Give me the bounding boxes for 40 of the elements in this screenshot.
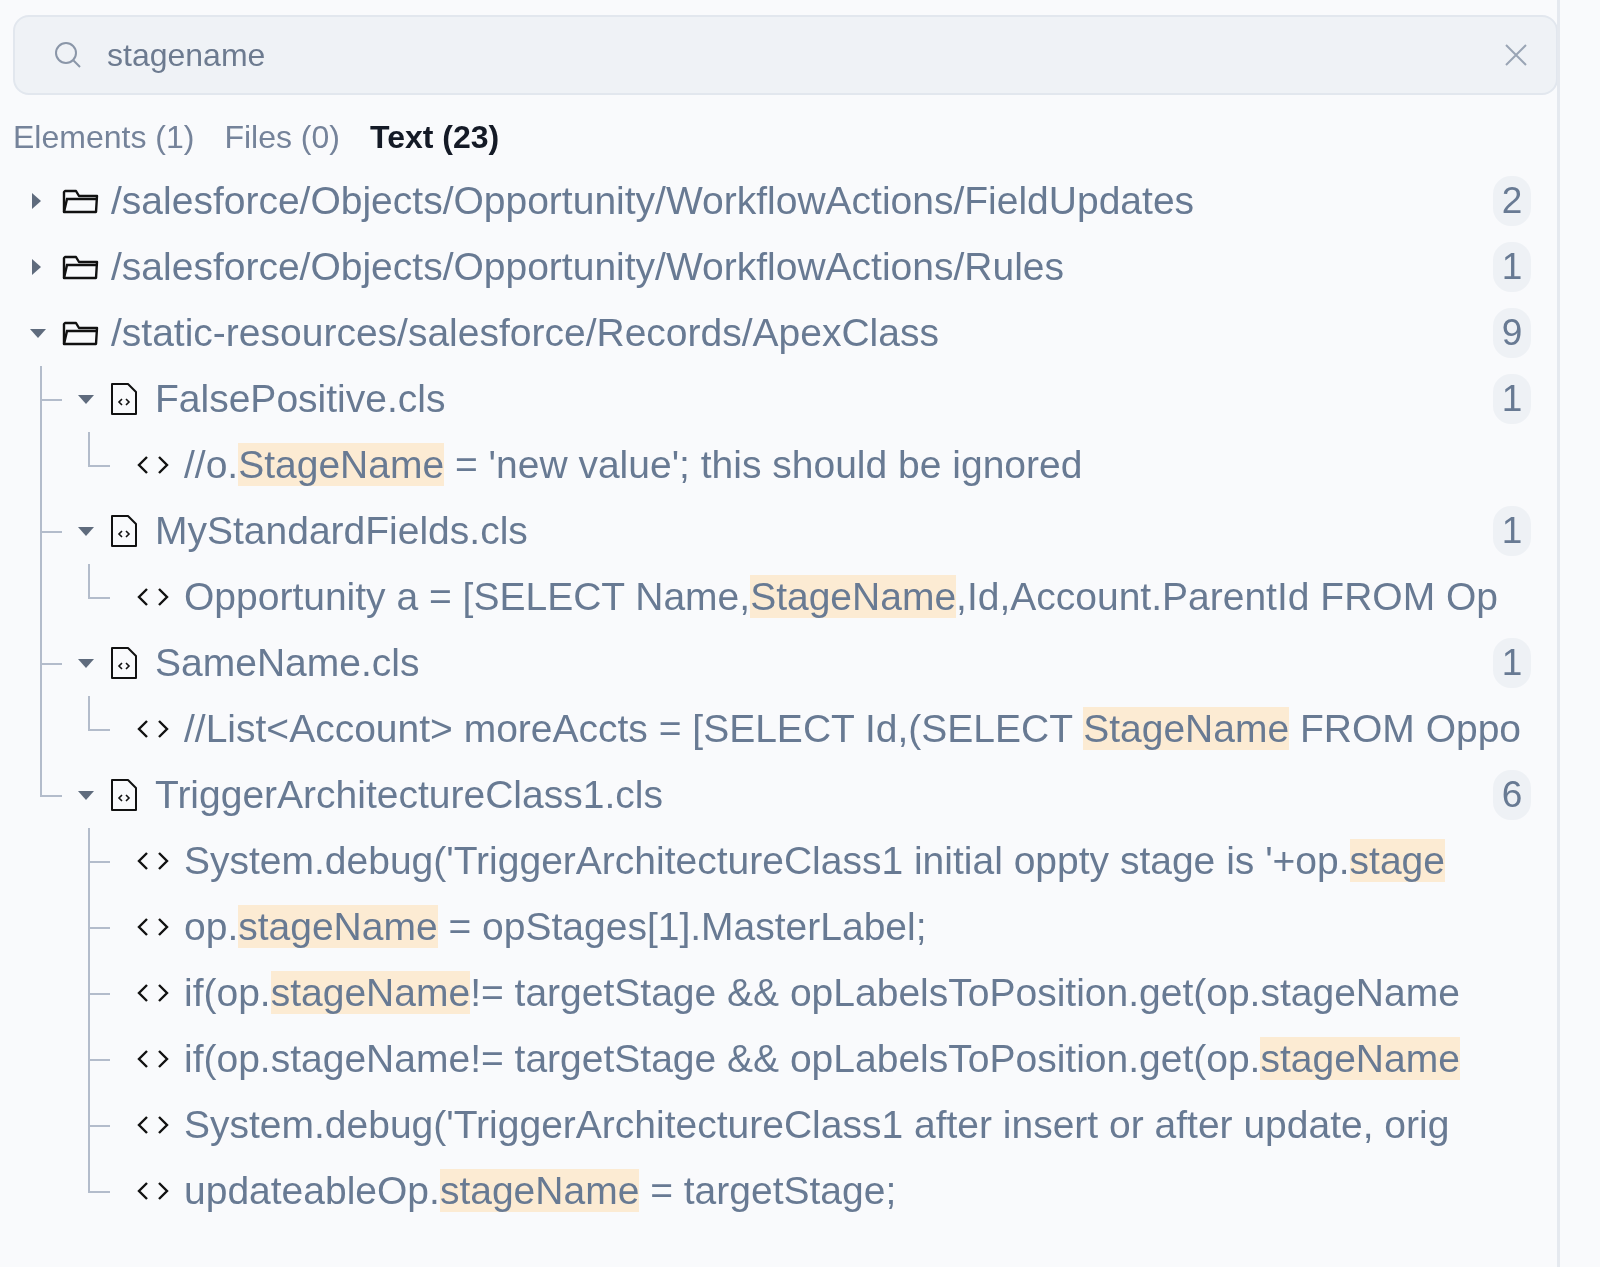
search-field[interactable]: stagename bbox=[13, 15, 1557, 95]
caret-right-icon[interactable] bbox=[30, 193, 42, 209]
caret-down-icon[interactable] bbox=[78, 657, 94, 669]
caret-down-icon[interactable] bbox=[30, 327, 46, 339]
file-name[interactable]: SameName.cls bbox=[155, 641, 1493, 685]
code-line[interactable]: updateableOp.stageName = targetStage; bbox=[184, 1169, 897, 1213]
file-name[interactable]: FalsePositive.cls bbox=[155, 377, 1493, 421]
search-input[interactable]: stagename bbox=[107, 32, 1504, 78]
match-count: 1 bbox=[1493, 506, 1531, 556]
caret-down-icon[interactable] bbox=[78, 525, 94, 537]
code-line[interactable]: if(op.stageName!= targetStage && opLabelsToPosition.get(op.stageName bbox=[184, 1037, 1460, 1081]
match-count: 1 bbox=[1493, 374, 1531, 424]
code-line[interactable]: op.stageName = opStages[1].MasterLabel; bbox=[184, 905, 927, 949]
folder-path[interactable]: /static-resources/salesforce/Records/ApexClass bbox=[111, 311, 1493, 355]
code-file-icon bbox=[110, 514, 138, 548]
match-count: 9 bbox=[1493, 308, 1531, 358]
folder-path[interactable]: /salesforce/Objects/Opportunity/WorkflowActions/FieldUpdates bbox=[111, 179, 1493, 223]
match-count: 6 bbox=[1493, 770, 1531, 820]
code-line[interactable]: System.debug('TriggerArchitectureClass1 after insert or after update, orig bbox=[184, 1103, 1450, 1147]
search-icon bbox=[53, 40, 83, 70]
code-file-icon bbox=[110, 646, 138, 680]
match-count: 1 bbox=[1493, 242, 1531, 292]
tab[interactable]: Text (23) bbox=[369, 115, 500, 160]
caret-down-icon[interactable] bbox=[78, 393, 94, 405]
match-count: 1 bbox=[1493, 638, 1531, 688]
match-count: 2 bbox=[1493, 176, 1531, 226]
file-name[interactable]: TriggerArchitectureClass1.cls bbox=[155, 773, 1493, 817]
tab[interactable]: Files (0) bbox=[224, 115, 340, 160]
code-file-icon bbox=[110, 382, 138, 416]
code-line[interactable]: Opportunity a = [SELECT Name,StageName,Id,Account.ParentId FROM Op bbox=[184, 575, 1498, 619]
file-name[interactable]: MyStandardFields.cls bbox=[155, 509, 1493, 553]
code-line[interactable]: if(op.stageName!= targetStage && opLabelsToPosition.get(op.stageName bbox=[184, 971, 1460, 1015]
tab[interactable]: Elements (1) bbox=[13, 115, 195, 160]
caret-right-icon[interactable] bbox=[30, 259, 42, 275]
code-line[interactable]: //o.StageName = 'new value'; this should be ignored bbox=[184, 443, 1083, 487]
caret-down-icon[interactable] bbox=[78, 789, 94, 801]
code-line[interactable]: System.debug('TriggerArchitectureClass1 initial oppty stage is '+op.stage bbox=[184, 839, 1445, 883]
code-line[interactable]: //List<Account> moreAccts = [SELECT Id,(SELECT StageName FROM Oppo bbox=[184, 707, 1522, 751]
folder-path[interactable]: /salesforce/Objects/Opportunity/WorkflowActions/Rules bbox=[111, 245, 1493, 289]
code-file-icon bbox=[110, 778, 138, 812]
